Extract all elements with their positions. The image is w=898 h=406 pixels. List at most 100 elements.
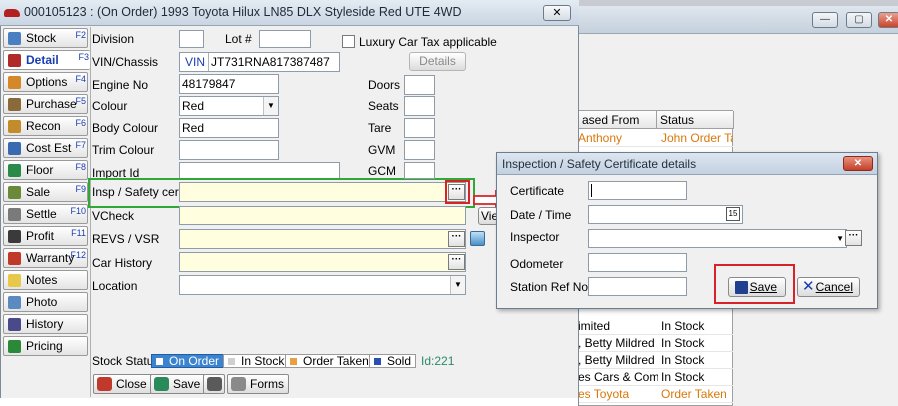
- close-button[interactable]: Close: [93, 374, 152, 394]
- table-row[interactable]: , Betty Mildred In Stock: [578, 352, 733, 369]
- table-row[interactable]: , Betty Mildred In Stock: [578, 335, 733, 352]
- date-time-field[interactable]: 15: [588, 205, 743, 224]
- sidebar-item-cost-est[interactable]: Cost Est F7: [3, 138, 88, 158]
- cell-purchased-from: , Betty Mildred: [578, 336, 655, 350]
- print-button[interactable]: [203, 374, 225, 394]
- car-history-field[interactable]: [179, 252, 466, 272]
- division-label: Division: [92, 32, 135, 46]
- vcheck-view-button[interactable]: Vie: [478, 207, 498, 225]
- gcm-field[interactable]: [404, 162, 435, 179]
- column-header-purchased-from[interactable]: ased From: [579, 111, 657, 129]
- sidebar-item-warranty[interactable]: Warranty F12: [3, 248, 88, 268]
- sidebar-item-recon[interactable]: Recon F6: [3, 116, 88, 136]
- maximize-button[interactable]: ▢: [846, 12, 872, 28]
- inspector-label: Inspector: [510, 230, 560, 244]
- sidebar-item-floor[interactable]: Floor F8: [3, 160, 88, 180]
- calendar-icon[interactable]: 15: [726, 207, 740, 221]
- history-icon: [8, 318, 21, 331]
- stock-icon: [8, 32, 21, 45]
- table-row[interactable]: imited In Stock: [578, 318, 733, 335]
- function-key-hint: F9: [75, 184, 86, 194]
- forms-button[interactable]: Forms: [227, 374, 289, 394]
- minimize-button[interactable]: —: [812, 12, 838, 28]
- sidebar-item-label: Photo: [26, 295, 58, 309]
- seats-field[interactable]: [404, 96, 435, 116]
- car-history-lookup-button[interactable]: ···: [448, 254, 465, 270]
- window-title: 000105123 : (On Order) 1993 Toyota Hilux…: [24, 5, 462, 19]
- colour-select[interactable]: Red ▼: [179, 96, 279, 116]
- station-ref-field[interactable]: [588, 277, 687, 296]
- cell-purchased-from: es Cars & Comme: [578, 370, 658, 384]
- chevron-down-icon[interactable]: ▼: [450, 276, 465, 294]
- details-button[interactable]: Details: [409, 52, 466, 71]
- division-field[interactable]: [179, 30, 204, 48]
- sidebar-item-label: Detail: [26, 53, 59, 67]
- window-close-button[interactable]: ✕: [543, 5, 571, 21]
- cell-purchased-from: , Betty Mildred: [578, 353, 655, 367]
- sidebar-item-photo[interactable]: Photo: [3, 292, 88, 312]
- sidebar-item-detail[interactable]: Detail F3: [3, 50, 90, 70]
- tare-field[interactable]: [404, 118, 435, 138]
- sidebar-item-options[interactable]: Options F4: [3, 72, 88, 92]
- status-label: Sold: [387, 354, 412, 368]
- pricing-icon: [8, 340, 21, 353]
- column-header-status[interactable]: Status: [657, 111, 734, 129]
- engine-field[interactable]: 48179847: [179, 74, 279, 94]
- dialog-save-button[interactable]: Save: [728, 277, 786, 297]
- function-key-hint: F3: [78, 52, 89, 62]
- table-row[interactable]: es Cars & CommeIn Stock: [578, 369, 733, 386]
- save-button[interactable]: Save: [150, 374, 206, 394]
- sidebar-item-history[interactable]: History: [3, 314, 88, 334]
- vin-field[interactable]: VIN JT731RNA817387487: [179, 52, 340, 72]
- sidebar-item-settle[interactable]: Settle F10: [3, 204, 88, 224]
- forms-icon: [231, 377, 246, 391]
- cell-status: John Order Taken: [661, 131, 733, 145]
- status-in-stock-button[interactable]: In Stock: [223, 354, 290, 368]
- dialog-cancel-button[interactable]: ✕ Cancel: [797, 277, 860, 297]
- purchase-icon: [8, 98, 21, 111]
- body-colour-field[interactable]: Red: [179, 118, 279, 138]
- certificate-field[interactable]: [588, 181, 687, 200]
- revs-check-icon[interactable]: [470, 231, 485, 246]
- revs-field[interactable]: [179, 229, 466, 249]
- dialog-close-button[interactable]: ✕: [843, 156, 873, 171]
- trim-colour-field[interactable]: [179, 140, 279, 160]
- revs-lookup-button[interactable]: ···: [448, 231, 465, 247]
- table-row[interactable]: Anthony John Order Taken: [578, 130, 733, 147]
- chevron-down-icon[interactable]: ▼: [836, 230, 844, 247]
- record-id: Id:221: [421, 354, 455, 368]
- sidebar-item-profit[interactable]: Profit F11: [3, 226, 88, 246]
- sidebar-item-label: Cost Est: [26, 141, 72, 155]
- location-select[interactable]: ▼: [179, 275, 466, 295]
- recon-icon: [8, 120, 21, 133]
- background-close-button[interactable]: ✕: [878, 12, 898, 28]
- import-id-field[interactable]: [179, 162, 340, 179]
- sidebar-item-notes[interactable]: Notes: [3, 270, 88, 290]
- inspector-lookup-button[interactable]: ···: [845, 230, 862, 246]
- sidebar-item-pricing[interactable]: Pricing: [3, 336, 88, 356]
- vcheck-field[interactable]: [179, 206, 466, 225]
- lot-label: Lot #: [225, 32, 252, 46]
- inspector-select[interactable]: ▼: [588, 229, 847, 248]
- cell-status: In Stock: [661, 336, 705, 350]
- function-key-hint: F12: [70, 250, 86, 260]
- lot-field[interactable]: [259, 30, 311, 48]
- sidebar-item-stock[interactable]: Stock F2: [3, 28, 88, 48]
- sidebar-item-sale[interactable]: Sale F9: [3, 182, 88, 202]
- sidebar-item-purchase[interactable]: Purchase F5: [3, 94, 88, 114]
- status-sold-button[interactable]: Sold: [369, 354, 417, 368]
- cell-purchased-from: es Toyota: [578, 387, 630, 401]
- cell-status: Order Taken: [661, 387, 727, 401]
- sidebar-item-label: Warranty: [26, 251, 75, 265]
- doors-field[interactable]: [404, 75, 435, 95]
- gvm-field[interactable]: [404, 140, 435, 160]
- status-on-order-button[interactable]: On Order: [151, 354, 225, 368]
- table-row[interactable]: es Toyota Order Taken: [578, 386, 733, 403]
- odometer-field[interactable]: [588, 253, 687, 272]
- printer-icon: [207, 377, 222, 391]
- luxury-tax-checkbox[interactable]: [342, 35, 355, 48]
- status-order-taken-button[interactable]: Order Taken: [285, 354, 374, 368]
- forms-button-label: Forms: [250, 377, 284, 391]
- chevron-down-icon[interactable]: ▼: [263, 97, 278, 115]
- status-color-swatch: [156, 358, 163, 365]
